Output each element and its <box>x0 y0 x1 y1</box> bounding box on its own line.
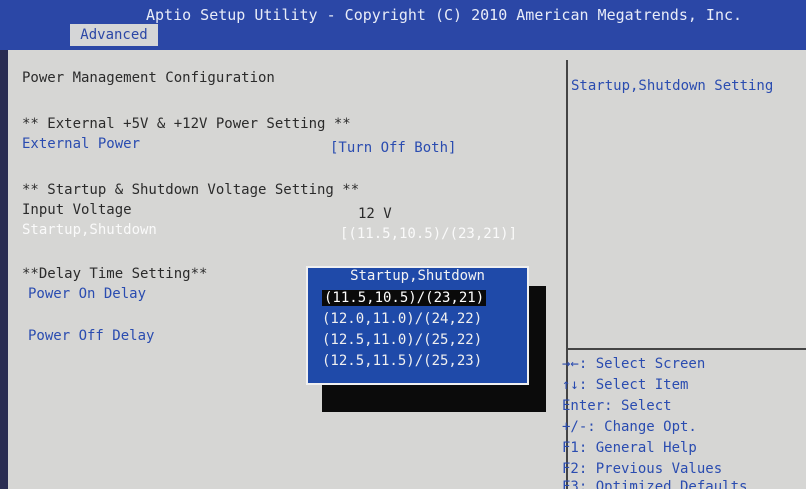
popup-option-4[interactable]: (12.5,11.5)/(25,23) <box>322 353 482 369</box>
key-hint-select-screen: →←: Select Screen <box>562 356 706 372</box>
tab-advanced[interactable]: Advanced <box>70 24 158 46</box>
power-off-delay-label[interactable]: Power Off Delay <box>28 328 154 344</box>
delay-time-heading: **Delay Time Setting** <box>22 266 208 282</box>
popup-title: Startup,Shutdown <box>350 268 485 284</box>
external-power-label[interactable]: External Power <box>22 136 140 152</box>
key-hint-enter: Enter: Select <box>562 398 672 414</box>
startup-shutdown-label[interactable]: Startup,Shutdown <box>22 222 157 238</box>
startup-shutdown-heading: ** Startup & Shutdown Voltage Setting ** <box>22 182 360 198</box>
key-hint-previous-values: F2: Previous Values <box>562 461 723 477</box>
popup-option-2[interactable]: (12.0,11.0)/(24,22) <box>322 311 482 327</box>
key-hint-general-help: F1: General Help <box>562 440 697 456</box>
help-description: Startup,Shutdown Setting <box>571 78 774 94</box>
input-voltage-value: 12 V <box>358 206 392 222</box>
key-hint-optimized-defaults: F3: Optimized Defaults <box>562 479 748 489</box>
power-on-delay-label[interactable]: Power On Delay <box>28 286 146 302</box>
key-hint-select-item: ↑↓: Select Item <box>562 377 689 393</box>
help-divider <box>566 348 806 350</box>
external-power-heading: ** External +5V & +12V Power Setting ** <box>22 116 351 132</box>
section-title: Power Management Configuration <box>22 70 275 86</box>
startup-shutdown-value[interactable]: [(11.5,10.5)/(23,21)] <box>340 226 517 242</box>
utility-title: Aptio Setup Utility - Copyright (C) 2010… <box>146 6 743 24</box>
popup-option-3[interactable]: (12.5,11.0)/(25,22) <box>322 332 482 348</box>
external-power-value[interactable]: [Turn Off Both] <box>330 140 456 156</box>
popup-option-1[interactable]: (11.5,10.5)/(23,21) <box>322 290 487 306</box>
key-hint-change-opt: +/-: Change Opt. <box>562 419 697 435</box>
input-voltage-label: Input Voltage <box>22 202 132 218</box>
